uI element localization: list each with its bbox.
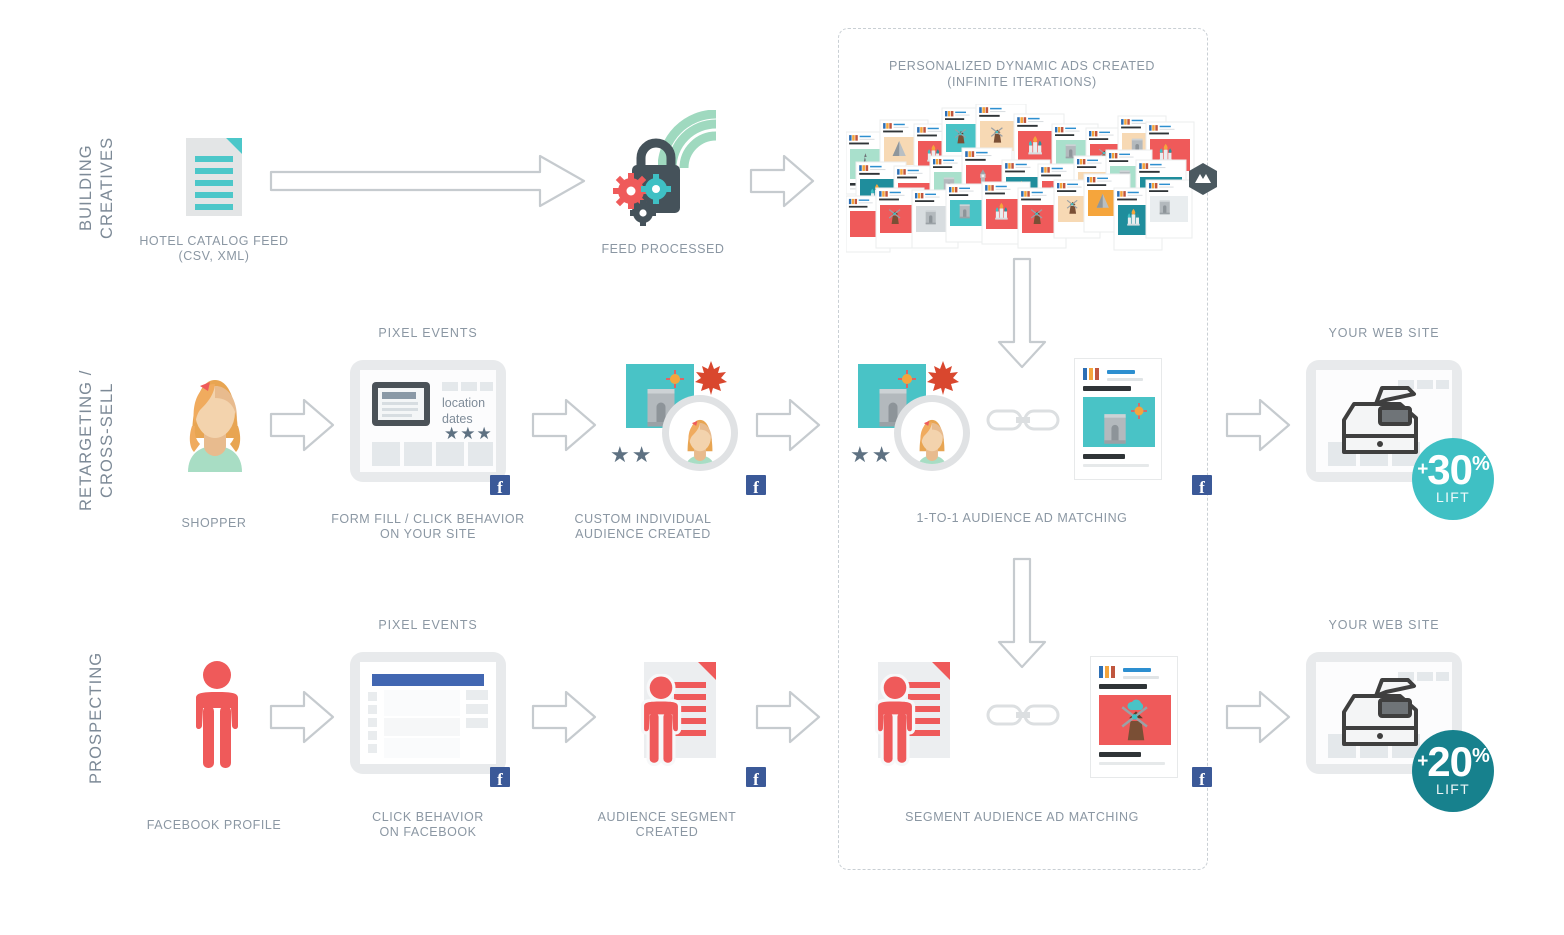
arrow-down-icon-to-segment bbox=[997, 557, 1047, 669]
cash-register-icon bbox=[1342, 678, 1418, 746]
arrow-right-icon-click-to-segment bbox=[531, 690, 597, 744]
sun-icon bbox=[898, 370, 916, 388]
cash-register-icon bbox=[1342, 386, 1418, 454]
audience-rating-stars: ★★ bbox=[610, 442, 654, 467]
row-label-prospecting: PROSPECTING bbox=[87, 651, 105, 785]
caption-custom-audience: CUSTOM INDIVIDUAL AUDIENCE CREATED bbox=[574, 512, 712, 541]
arrow-right-icon-panel-to-site-bottom bbox=[1225, 690, 1291, 744]
ad-hero-image bbox=[1099, 695, 1171, 745]
arrow-right-icon-shopper-to-form bbox=[269, 398, 335, 452]
form-rating-stars: ★★★ bbox=[444, 424, 493, 443]
arrow-right-icon-panel-to-site-top bbox=[1225, 398, 1291, 452]
matched-ad-card-segment bbox=[1090, 656, 1178, 778]
caption-facebook-profile: FACEBOOK PROFILE bbox=[146, 818, 282, 832]
lift-label: LIFT bbox=[1436, 489, 1470, 505]
platform-panel-title: PERSONALIZED DYNAMIC ADS CREATED (INFINI… bbox=[888, 59, 1156, 89]
lift-value: 20 bbox=[1427, 738, 1473, 785]
caption-your-web-site-top: YOUR WEB SITE bbox=[1328, 326, 1440, 340]
cloud-icon bbox=[1127, 699, 1144, 710]
caption-your-web-site-bottom: YOUR WEB SITE bbox=[1328, 618, 1440, 632]
arrow-right-icon-profile-to-click bbox=[269, 690, 335, 744]
arrow-right-icon-form-to-audience bbox=[531, 398, 597, 452]
form-photo-placeholder bbox=[372, 382, 430, 426]
arrow-down-icon-to-1to1 bbox=[997, 257, 1047, 369]
facebook-profile-person-icon bbox=[196, 661, 238, 768]
maple-leaf-icon bbox=[695, 361, 727, 395]
overline-pixel-events-prospecting: PIXEL EVENTS bbox=[378, 618, 478, 632]
arrow-right-icon-feed-to-processed bbox=[268, 150, 588, 212]
caption-segment-matching: SEGMENT AUDIENCE AD MATCHING bbox=[905, 810, 1139, 824]
diagram-canvas: BUILDING CREATIVES RETARGETING / CROSS-S… bbox=[0, 0, 1564, 935]
lift-plus-sign: + bbox=[1417, 459, 1428, 480]
facebook-icon-custom-audience: f bbox=[746, 475, 766, 496]
hotel-catalog-feed-icon bbox=[186, 138, 242, 216]
ad-hero-image bbox=[1083, 397, 1155, 447]
facebook-icon-click-behavior: f bbox=[490, 767, 510, 788]
facebook-icon-1to1: f bbox=[1192, 475, 1212, 496]
lift-value: 30 bbox=[1427, 446, 1473, 493]
feed-processed-icon bbox=[612, 110, 722, 228]
arrow-right-icon-processed-to-panel bbox=[749, 154, 815, 208]
facebook-icon-segment-matching: f bbox=[1192, 767, 1212, 788]
maple-leaf-icon bbox=[927, 361, 959, 395]
chain-link-icon-1to1 bbox=[986, 409, 1060, 431]
matched-ad-card-1to1 bbox=[1074, 358, 1162, 480]
lift-badge-30: + 30 % LIFT bbox=[1412, 438, 1494, 520]
facebook-nav-bar bbox=[372, 674, 484, 686]
chain-link-icon-segment bbox=[986, 704, 1060, 726]
overline-pixel-events-retargeting: PIXEL EVENTS bbox=[378, 326, 478, 340]
ad-collage bbox=[846, 104, 1195, 253]
facebook-icon-form-fill: f bbox=[490, 475, 510, 496]
form-field-location: location bbox=[442, 396, 486, 410]
caption-1to1-matching: 1-TO-1 AUDIENCE AD MATCHING bbox=[916, 511, 1128, 525]
arrow-right-icon-audience-to-panel bbox=[755, 398, 821, 452]
arc-de-triomphe-icon bbox=[1104, 414, 1126, 444]
segment-person-icon bbox=[874, 674, 916, 766]
gears-icon bbox=[613, 173, 671, 226]
caption-shopper: SHOPPER bbox=[181, 516, 247, 530]
caption-hotel-catalog-feed: HOTEL CATALOG FEED (CSV, XML) bbox=[139, 234, 289, 263]
form-fill-browser: location dates ★★★ bbox=[350, 360, 506, 482]
matching-audience-1to1: ★★ bbox=[850, 360, 998, 490]
caption-feed-processed: FEED PROCESSED bbox=[601, 242, 725, 256]
mountain-hex-logo bbox=[1189, 163, 1217, 195]
shopper-avatar-icon bbox=[188, 380, 242, 472]
caption-audience-segment: AUDIENCE SEGMENT CREATED bbox=[597, 810, 737, 839]
facebook-icon-audience-segment: f bbox=[746, 767, 766, 788]
row-label-retargeting: RETARGETING / CROSS-SELL bbox=[77, 369, 116, 511]
audience-segment-icon bbox=[634, 662, 744, 780]
matching-rating-stars: ★★ bbox=[850, 442, 894, 467]
lift-percent-sign: % bbox=[1472, 453, 1490, 475]
audience-avatar bbox=[669, 402, 731, 464]
arrow-right-icon-segment-to-panel bbox=[755, 690, 821, 744]
sun-icon bbox=[666, 370, 684, 388]
lift-plus-sign: + bbox=[1417, 751, 1428, 772]
lift-badge-20: + 20 % LIFT bbox=[1412, 730, 1494, 812]
caption-click-behavior: CLICK BEHAVIOR ON FACEBOOK bbox=[372, 810, 484, 839]
matching-segment-group bbox=[868, 662, 978, 780]
sun-icon bbox=[1131, 403, 1147, 419]
caption-form-fill: FORM FILL / CLICK BEHAVIOR ON YOUR SITE bbox=[331, 512, 525, 541]
lift-label: LIFT bbox=[1436, 781, 1470, 797]
lift-percent-sign: % bbox=[1472, 745, 1490, 767]
facebook-browser bbox=[350, 652, 506, 774]
matching-avatar-1to1 bbox=[901, 402, 963, 464]
segment-person-icon bbox=[640, 674, 682, 766]
